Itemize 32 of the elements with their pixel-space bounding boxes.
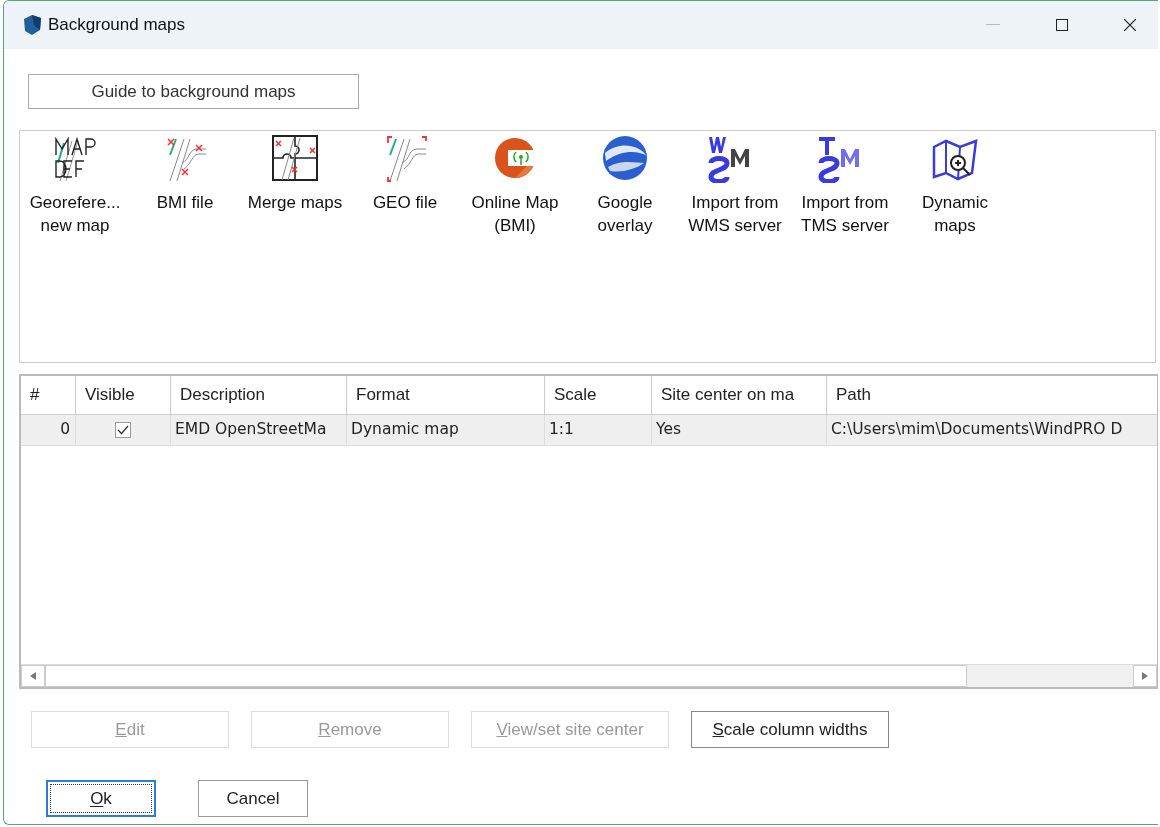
- table-cell: C:\Users\mim\Documents\WindPRO D: [831, 420, 1123, 438]
- globe-icon: [600, 133, 650, 183]
- tool-button[interactable]: Merge maps: [240, 131, 350, 214]
- dialog-button[interactable]: Ok: [46, 780, 156, 817]
- maximize-icon[interactable]: [1056, 19, 1068, 31]
- close-icon[interactable]: [1124, 19, 1136, 31]
- scroll-left-button[interactable]: [21, 665, 45, 687]
- horizontal-scrollbar[interactable]: [21, 664, 1157, 687]
- window-title: Background maps: [48, 15, 186, 35]
- scroll-thumb[interactable]: [45, 665, 967, 687]
- table-row[interactable]: 0 EMD OpenStreetMa Dynamic map 1:1 Yes C:\Users\mim\Documents\WindPRO D: [21, 415, 1157, 446]
- tool-button[interactable]: BMI file: [130, 131, 240, 214]
- tool-button[interactable]: Online Map (BMI): [460, 131, 570, 237]
- table-cell: Dynamic map: [351, 420, 459, 438]
- tool-button[interactable]: Dynamic maps: [900, 131, 1010, 237]
- tool-button[interactable]: Georefere... new map: [20, 131, 130, 237]
- table-cell: EMD OpenStreetMa: [175, 420, 327, 438]
- table-cell: 0: [60, 420, 70, 438]
- action-button[interactable]: Scale column widths: [691, 711, 889, 748]
- guide-button[interactable]: Guide to background maps: [28, 74, 359, 109]
- tool-button[interactable]: Import from TMS server: [790, 131, 900, 237]
- puzzle-map-icon: [270, 133, 320, 183]
- left-arrow-icon: [30, 672, 36, 680]
- table-cell: 1:1: [549, 420, 574, 438]
- scroll-right-button[interactable]: [1133, 665, 1157, 687]
- dialog-button[interactable]: Cancel: [198, 780, 308, 817]
- tool-button[interactable]: Google overlay: [570, 131, 680, 237]
- visible-checkbox[interactable]: [115, 422, 131, 438]
- tool-button[interactable]: Import from WMS server: [680, 131, 790, 237]
- table-cell: Yes: [656, 420, 682, 438]
- right-arrow-icon: [1142, 672, 1148, 680]
- tool-button[interactable]: GEO file: [350, 131, 460, 214]
